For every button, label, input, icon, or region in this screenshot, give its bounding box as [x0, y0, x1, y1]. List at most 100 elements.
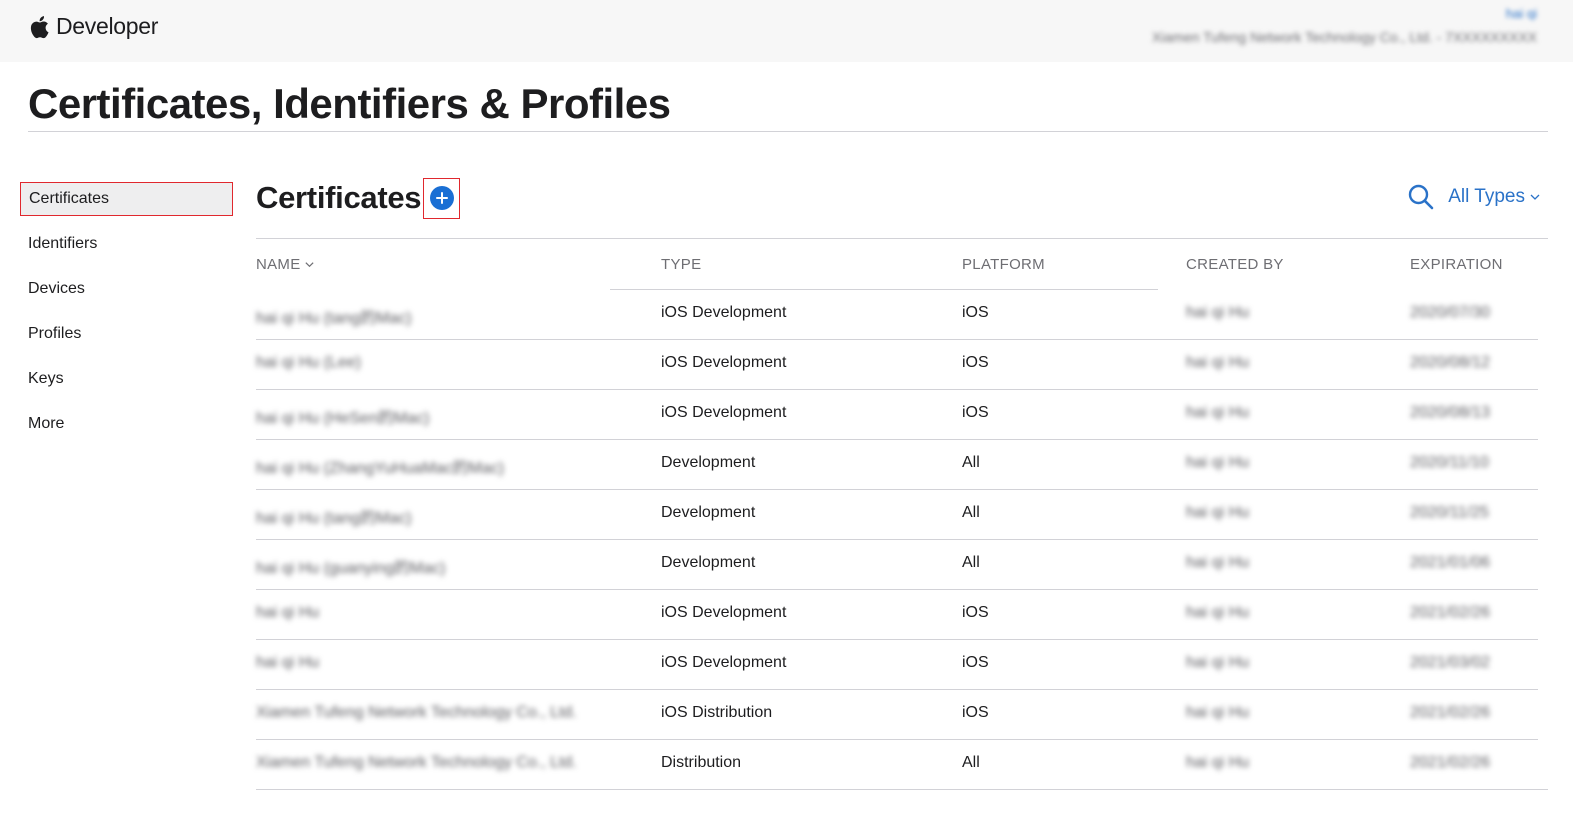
cell-platform: iOS — [962, 604, 989, 621]
cell-name: hai qi Hu (Lee) — [256, 354, 361, 371]
section-header: Certificates — [256, 176, 461, 220]
column-header-label: EXPIRATION — [1410, 256, 1503, 273]
sidebar-nav: Certificates Identifiers Devices Profile… — [20, 182, 233, 452]
cell-platform: All — [962, 504, 980, 521]
cell-type: iOS Development — [661, 604, 787, 621]
account-user-name[interactable]: hai qi — [1152, 6, 1537, 21]
cell-created-by: hai qi Hu — [1186, 354, 1250, 371]
table-row[interactable]: hai qi Hu (tang的Mac) Development All hai qi… — [256, 489, 1548, 539]
cell-created-by: hai qi Hu — [1186, 554, 1250, 571]
row-divider — [256, 339, 1538, 340]
cell-expiration: 2021/02/26 — [1410, 754, 1491, 771]
cell-type: Development — [661, 504, 756, 521]
sidebar-item-more[interactable]: More — [20, 407, 233, 441]
row-divider — [256, 639, 1538, 640]
cell-name: hai qi Hu — [256, 654, 320, 671]
column-header-name[interactable]: NAME — [256, 256, 315, 273]
row-divider — [256, 489, 1538, 490]
cell-platform: All — [962, 454, 980, 471]
sidebar-item-label: Keys — [28, 370, 64, 387]
cell-platform: iOS — [962, 704, 989, 721]
column-header-label: TYPE — [661, 256, 702, 273]
type-filter-label: All Types — [1448, 186, 1525, 207]
search-icon[interactable] — [1406, 182, 1436, 212]
table-divider — [256, 789, 1548, 790]
sidebar-item-devices[interactable]: Devices — [20, 272, 233, 306]
table-row[interactable]: hai qi Hu (HeSen的Mac) iOS Development iOS h… — [256, 389, 1548, 439]
sidebar-item-keys[interactable]: Keys — [20, 362, 233, 396]
table-row[interactable]: Xiamen Tufeng Network Technology Co., Lt… — [256, 739, 1548, 789]
column-header-type[interactable]: TYPE — [661, 256, 701, 273]
cell-created-by: hai qi Hu — [1186, 654, 1250, 671]
cell-expiration: 2020/08/12 — [1410, 354, 1491, 371]
column-header-created-by[interactable]: CREATED BY — [1186, 256, 1284, 273]
cell-type: iOS Development — [661, 654, 787, 671]
developer-brand-label: Developer — [56, 13, 159, 39]
cell-type: Development — [661, 554, 756, 571]
column-header-expiration[interactable]: EXPIRATION — [1410, 256, 1503, 273]
certificates-table: NAME TYPE PLATFORM CREATED BY EXPIRATION… — [256, 238, 1548, 790]
type-filter-dropdown[interactable]: All Types — [1448, 186, 1541, 208]
account-menu[interactable]: hai qi Xiamen Tufeng Network Technology … — [1152, 6, 1537, 45]
column-header-platform[interactable]: PLATFORM — [962, 256, 1045, 273]
table-row[interactable]: Xiamen Tufeng Network Technology Co., Lt… — [256, 689, 1548, 739]
cell-name: hai qi Hu (tang的Mac) — [256, 310, 412, 327]
cell-name: hai qi Hu — [256, 604, 320, 621]
row-divider — [256, 689, 1538, 690]
cell-created-by: hai qi Hu — [1186, 454, 1250, 471]
cell-expiration: 2021/03/02 — [1410, 654, 1491, 671]
row-divider — [256, 389, 1538, 390]
cell-name: hai qi Hu (ZhangYuHuaMac的Mac) — [256, 460, 505, 477]
column-header-label: PLATFORM — [962, 256, 1045, 273]
page-title: Certificates, Identifiers & Profiles — [28, 80, 671, 127]
row-divider — [256, 439, 1538, 440]
table-row[interactable]: hai qi Hu (tang的Mac) iOS Development iOS ha… — [256, 289, 1548, 339]
section-title: Certificates — [256, 180, 422, 215]
table-row[interactable]: hai qi Hu (ZhangYuHuaMac的Mac) Development… — [256, 439, 1548, 489]
cell-platform: iOS — [962, 354, 989, 371]
developer-home-link[interactable]: Developer — [28, 13, 158, 40]
apple-logo-icon — [30, 15, 49, 38]
cell-type: iOS Development — [661, 354, 787, 371]
cell-type: iOS Development — [661, 404, 787, 421]
cell-platform: iOS — [962, 404, 989, 421]
cell-expiration: 2020/11/10 — [1410, 454, 1489, 471]
cell-platform: All — [962, 754, 980, 771]
add-certificate-button[interactable] — [423, 177, 461, 219]
row-divider — [610, 289, 1158, 290]
column-header-label: CREATED BY — [1186, 256, 1284, 273]
table-header-row: NAME TYPE PLATFORM CREATED BY EXPIRATION — [256, 239, 1548, 289]
table-row[interactable]: hai qi Hu iOS Development iOS hai qi Hu 2021… — [256, 639, 1548, 689]
cell-name: hai qi Hu (tang的Mac) — [256, 510, 412, 527]
plus-circle-icon — [429, 186, 454, 210]
cell-platform: iOS — [962, 654, 989, 671]
table-row[interactable]: hai qi Hu iOS Development iOS hai qi Hu 2021… — [256, 589, 1548, 639]
sidebar-item-label: Identifiers — [28, 235, 98, 252]
sidebar-item-label: More — [28, 415, 65, 432]
row-divider — [256, 589, 1538, 590]
sidebar-item-certificates[interactable]: Certificates — [20, 182, 233, 216]
sidebar-item-identifiers[interactable]: Identifiers — [20, 227, 233, 261]
cell-created-by: hai qi Hu — [1186, 504, 1250, 521]
sidebar-item-profiles[interactable]: Profiles — [20, 317, 233, 351]
cell-created-by: hai qi Hu — [1186, 704, 1250, 721]
table-row[interactable]: hai qi Hu (Lee) iOS Development iOS hai qi … — [256, 339, 1548, 389]
cell-created-by: hai qi Hu — [1186, 604, 1250, 621]
table-body: hai qi Hu (tang的Mac) iOS Development iOS ha… — [256, 289, 1548, 789]
cell-name: hai qi Hu (guanying的Mac) — [256, 560, 446, 577]
cell-type: iOS Distribution — [661, 704, 773, 721]
cell-type: Development — [661, 454, 756, 471]
top-navigation-bar: Developer hai qi Xiamen Tufeng Network T… — [0, 0, 1573, 62]
cell-platform: All — [962, 554, 980, 571]
cell-name: Xiamen Tufeng Network Technology Co., Lt… — [256, 754, 577, 771]
chevron-down-icon — [1530, 194, 1540, 200]
cell-platform: iOS — [962, 304, 989, 321]
sidebar-item-label: Certificates — [29, 190, 110, 207]
cell-type: Distribution — [661, 754, 742, 771]
sidebar-item-label: Profiles — [28, 325, 82, 342]
account-team-name: Xiamen Tufeng Network Technology Co., Lt… — [1152, 29, 1537, 45]
cell-expiration: 2020/11/25 — [1410, 504, 1489, 521]
cell-created-by: hai qi Hu — [1186, 404, 1250, 421]
sidebar-item-label: Devices — [28, 280, 85, 297]
table-row[interactable]: hai qi Hu (guanying的Mac) Development All ha… — [256, 539, 1548, 589]
